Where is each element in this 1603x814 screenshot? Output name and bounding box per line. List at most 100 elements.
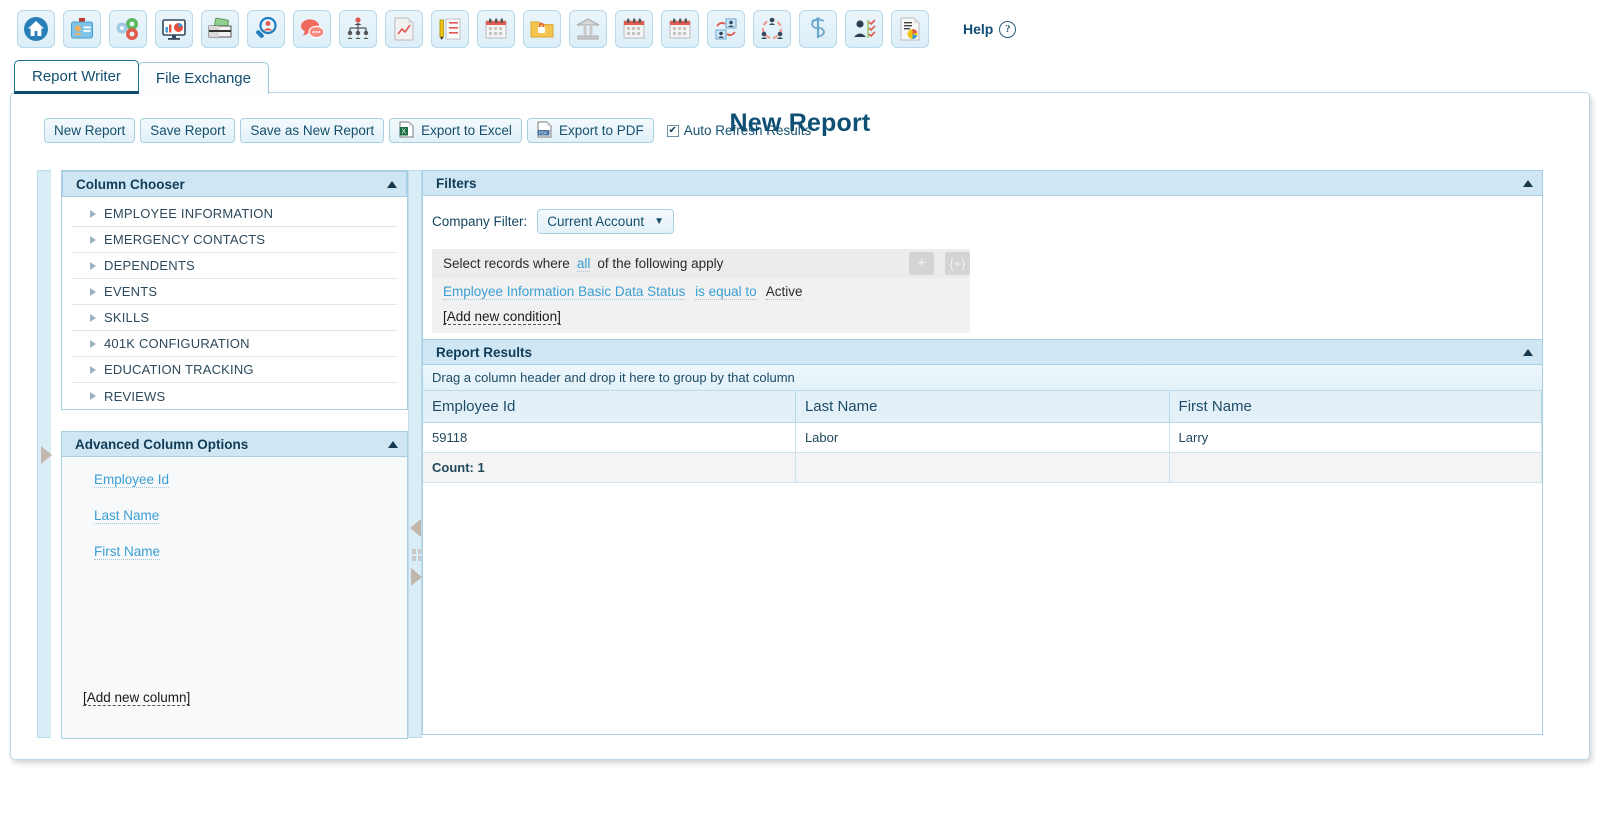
table-row[interactable]: 59118 Labor Larry: [423, 422, 1543, 453]
performance-people-icon[interactable]: [707, 10, 745, 48]
recruiting-network-icon[interactable]: [753, 10, 791, 48]
collapse-up-icon[interactable]: [1523, 348, 1533, 356]
column-header-first-name[interactable]: First Name: [1169, 391, 1543, 423]
condition-operator-link[interactable]: is equal to: [695, 284, 757, 300]
advanced-column-last-name[interactable]: Last Name: [94, 508, 160, 524]
column-header-last-name[interactable]: Last Name: [795, 391, 1170, 423]
chooser-item-401k-configuration[interactable]: 401K CONFIGURATION: [72, 331, 397, 357]
cell-last-name: Labor: [795, 422, 1170, 453]
splitter-grip-icon[interactable]: [412, 549, 421, 562]
chooser-item-label: 401K CONFIGURATION: [104, 336, 250, 351]
expand-triangle-icon[interactable]: [90, 287, 96, 296]
company-filter-dropdown[interactable]: Current Account ▼: [537, 209, 674, 234]
question-mark-icon: ?: [999, 20, 1017, 38]
tab-report-writer[interactable]: Report Writer: [14, 60, 139, 94]
advanced-column-first-name[interactable]: First Name: [94, 544, 161, 560]
footer-count-cell: Count: 1: [423, 452, 796, 483]
report-results-panel: Report Results Drag a column header and …: [422, 339, 1543, 735]
export-to-excel-label: Export to Excel: [421, 123, 512, 138]
save-report-button[interactable]: Save Report: [140, 118, 236, 143]
expand-triangle-icon[interactable]: [90, 339, 96, 348]
report-action-toolbar: New Report Save Report Save as New Repor…: [44, 118, 811, 143]
expand-triangle-icon[interactable]: [90, 392, 96, 400]
company-filter-row: Company Filter: Current Account ▼: [423, 196, 1542, 238]
folder-lock-icon[interactable]: [523, 10, 561, 48]
add-condition-button[interactable]: +: [909, 252, 934, 275]
match-mode-link[interactable]: all: [576, 256, 591, 272]
employee-badge-icon[interactable]: [63, 10, 101, 48]
calendar-icon-3[interactable]: [661, 10, 699, 48]
app-root: Help ? Report Writer File Exchange New R…: [0, 0, 1603, 814]
chooser-item-education-tracking[interactable]: EDUCATION TRACKING: [72, 357, 397, 383]
calendar-icon[interactable]: [477, 10, 515, 48]
bank-icon[interactable]: [569, 10, 607, 48]
center-splitter-rail[interactable]: [408, 170, 422, 738]
benefits-caduceus-icon[interactable]: [799, 10, 837, 48]
add-condition-group-button[interactable]: {+}: [945, 252, 970, 275]
chooser-item-reviews[interactable]: REVIEWS: [72, 383, 397, 409]
payroll-money-icon[interactable]: [201, 10, 239, 48]
org-chart-icon[interactable]: [339, 10, 377, 48]
save-as-new-report-button[interactable]: Save as New Report: [240, 118, 385, 143]
add-new-column-link[interactable]: [Add new column]: [83, 690, 191, 706]
chooser-item-events[interactable]: EVENTS: [72, 279, 397, 305]
filters-header[interactable]: Filters: [422, 170, 1543, 196]
left-panel-collapse-rail[interactable]: [37, 170, 52, 738]
expand-right-arrow-icon[interactable]: [411, 568, 422, 586]
column-chooser-header[interactable]: Column Chooser: [62, 171, 407, 197]
chooser-item-dependents[interactable]: DEPENDENTS: [72, 253, 397, 279]
export-to-excel-button[interactable]: X Export to Excel: [389, 118, 522, 143]
expand-triangle-icon[interactable]: [90, 365, 96, 374]
advanced-column-options-header[interactable]: Advanced Column Options: [61, 431, 408, 457]
export-to-pdf-label: Export to PDF: [558, 123, 644, 138]
group-by-dropzone[interactable]: Drag a column header and drop it here to…: [423, 365, 1542, 391]
collapse-up-icon[interactable]: [387, 180, 397, 188]
chat-bubbles-icon[interactable]: [293, 10, 331, 48]
auto-refresh-results-checkbox[interactable]: ✔ Auto Refresh Results: [666, 123, 812, 138]
column-header-employee-id[interactable]: Employee Id: [423, 391, 796, 423]
collapse-up-icon[interactable]: [1523, 179, 1533, 187]
grid-footer-row: Count: 1: [423, 452, 1543, 483]
collapse-up-icon[interactable]: [388, 440, 398, 448]
report-chart-icon[interactable]: [385, 10, 423, 48]
help-button[interactable]: Help ?: [963, 20, 1017, 38]
chooser-item-emergency-contacts[interactable]: EMERGENCY CONTACTS: [72, 227, 397, 253]
collapse-left-arrow-icon[interactable]: [410, 519, 421, 537]
tab-file-exchange[interactable]: File Exchange: [137, 62, 269, 94]
settings-gears-icon[interactable]: [109, 10, 147, 48]
new-report-button[interactable]: New Report: [44, 118, 136, 143]
search-person-icon[interactable]: [247, 10, 285, 48]
report-results-body: Drag a column header and drop it here to…: [422, 365, 1543, 735]
condition-field-link[interactable]: Employee Information Basic Data Status: [443, 284, 686, 300]
select-records-prefix: Select records where: [443, 256, 570, 271]
filter-condition-header: Select records where all of the followin…: [432, 249, 970, 278]
expand-triangle-icon[interactable]: [90, 235, 96, 244]
chooser-item-label: EMPLOYEE INFORMATION: [104, 206, 274, 221]
select-records-suffix: of the following apply: [597, 256, 724, 271]
add-new-condition-link[interactable]: [Add new condition]: [443, 309, 561, 325]
export-to-pdf-button[interactable]: PDF Export to PDF: [526, 118, 654, 143]
advanced-column-options-title: Advanced Column Options: [75, 436, 249, 452]
report-results-header[interactable]: Report Results: [422, 339, 1543, 365]
filters-title: Filters: [436, 175, 477, 191]
onboarding-check-icon[interactable]: [845, 10, 883, 48]
dashboard-monitor-icon[interactable]: [155, 10, 193, 48]
chooser-item-employee-information[interactable]: EMPLOYEE INFORMATION: [72, 201, 397, 227]
expand-triangle-icon[interactable]: [90, 209, 96, 218]
advanced-column-employee-id[interactable]: Employee Id: [94, 472, 170, 488]
home-icon[interactable]: [17, 10, 55, 48]
calendar-icon-2[interactable]: [615, 10, 653, 48]
save-report-label: Save Report: [150, 123, 226, 138]
chooser-item-label: REVIEWS: [104, 388, 166, 404]
chooser-item-skills[interactable]: SKILLS: [72, 305, 397, 331]
report-writer-icon[interactable]: [891, 10, 929, 48]
filters-body: Company Filter: Current Account ▼ Select…: [422, 196, 1543, 340]
svg-text:X: X: [402, 128, 407, 135]
checklist-pen-icon[interactable]: [431, 10, 469, 48]
condition-value-link[interactable]: Active: [765, 284, 803, 300]
expand-triangle-icon[interactable]: [90, 313, 96, 322]
auto-refresh-results-label: Auto Refresh Results: [683, 123, 812, 138]
report-writer-card: New Report New Report Save Report Save a…: [10, 92, 1590, 760]
advanced-column-options-body: Employee Id Last Name First Name [Add ne…: [61, 457, 408, 739]
expand-triangle-icon[interactable]: [90, 261, 96, 270]
